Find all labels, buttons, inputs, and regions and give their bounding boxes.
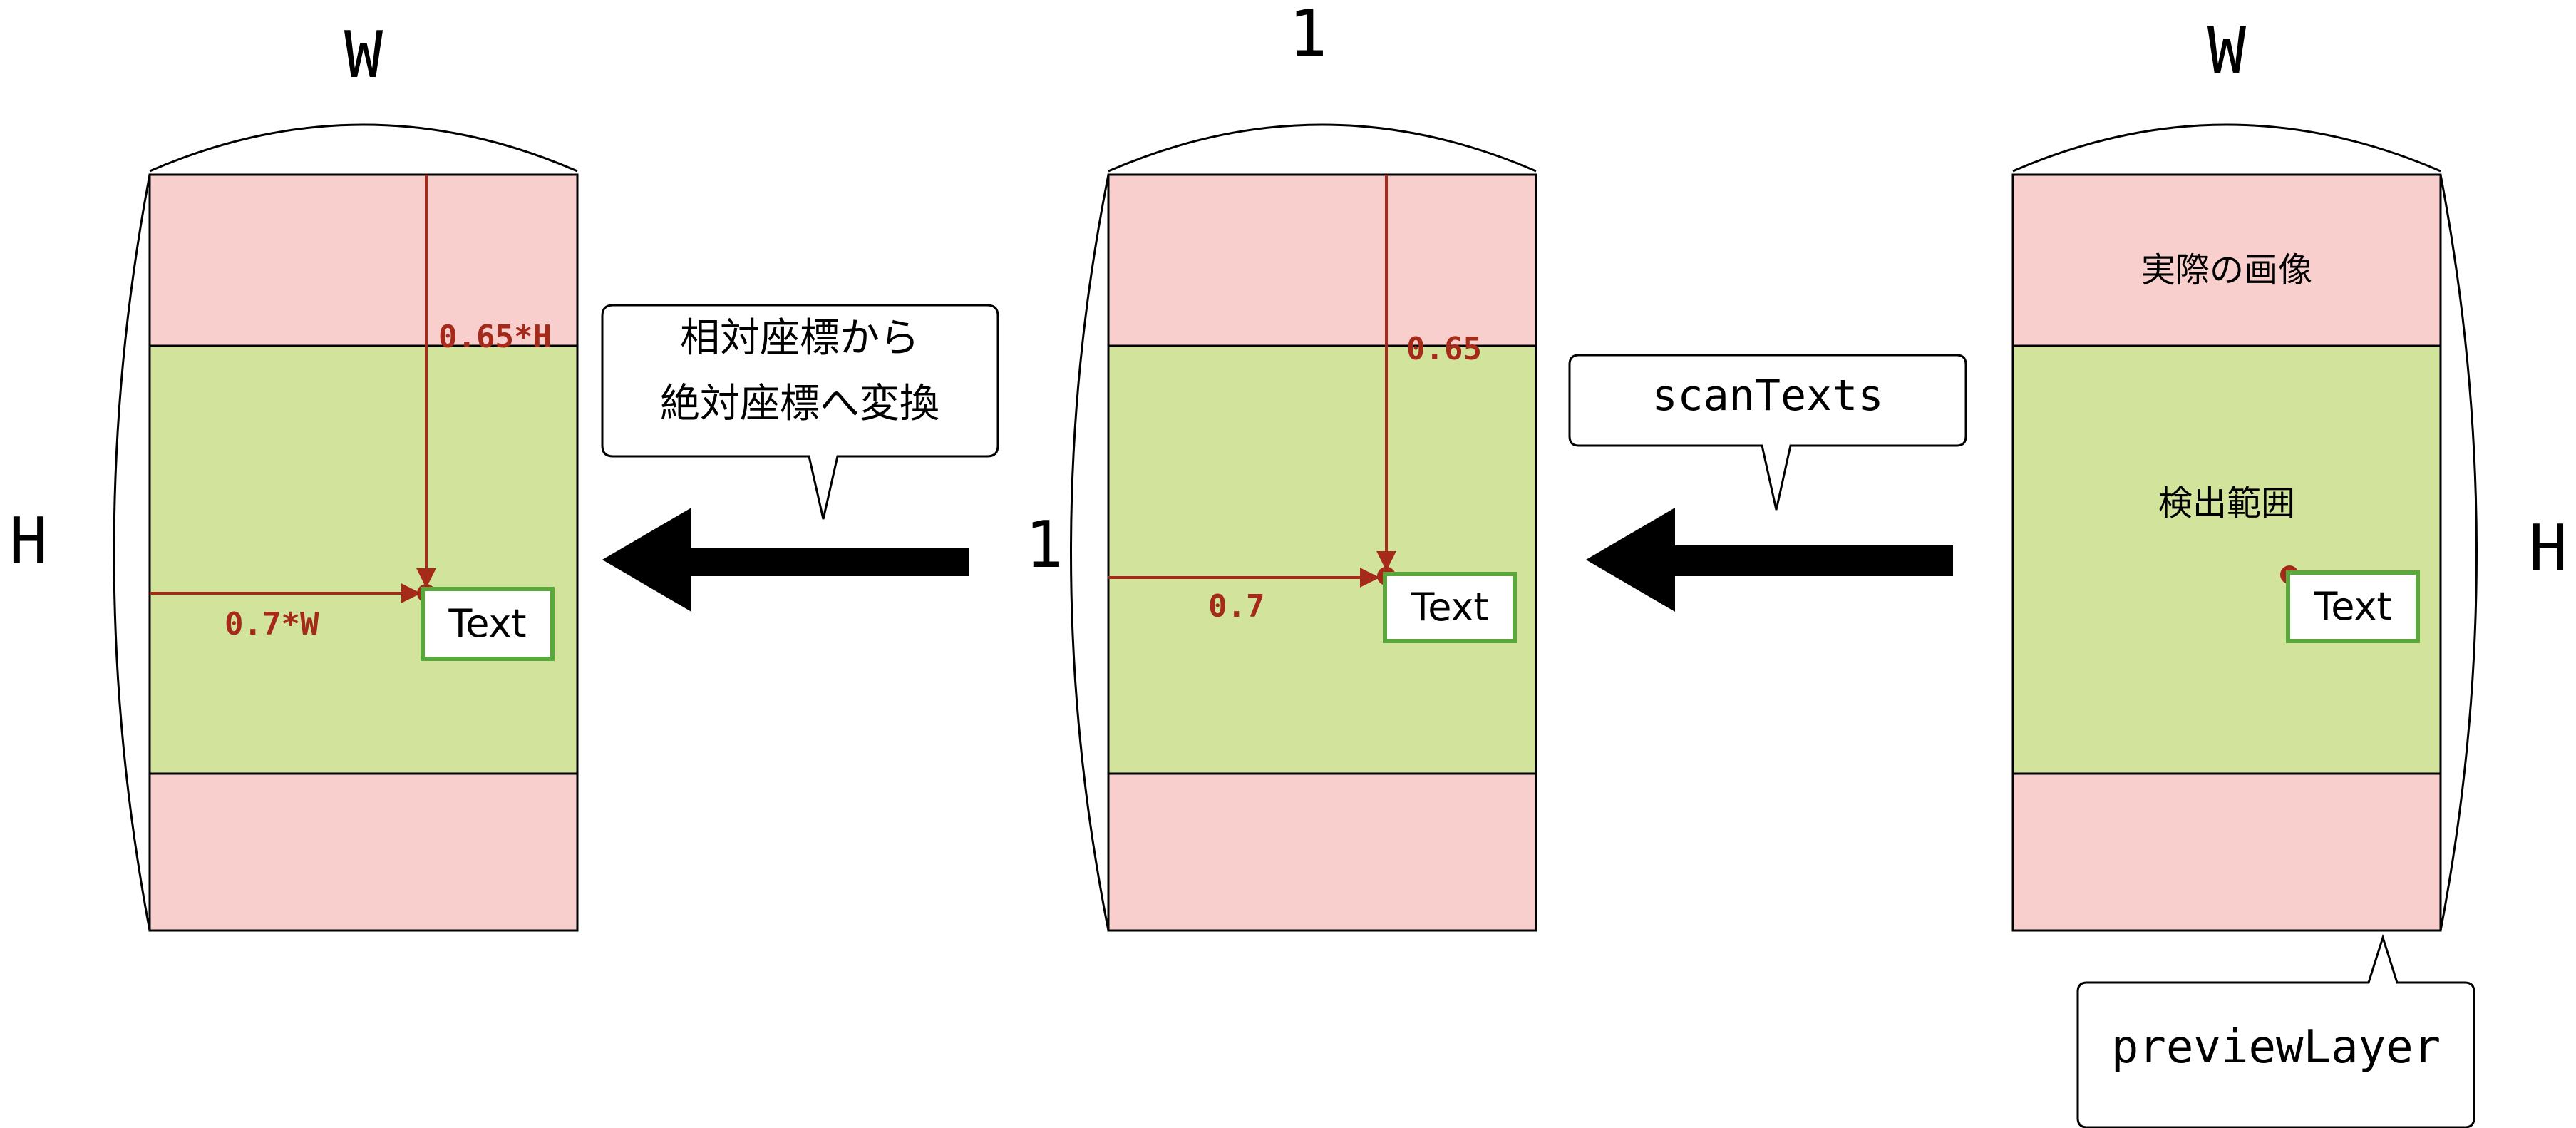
right-image-label: 実際の画像 — [2141, 250, 2312, 290]
middle-y-offset-label: 0.65 — [1406, 331, 1482, 367]
left-width-brace — [149, 123, 578, 173]
conversion-callout-line2: 絶対座標へ変換 — [660, 381, 939, 427]
right-width-label: W — [2207, 14, 2247, 88]
middle-panel: 1 1 0.65 0.7 Text — [1025, 0, 1537, 932]
left-height-label: H — [9, 504, 48, 579]
left-y-offset-label: 0.65*H — [438, 319, 552, 355]
right-bottom-zone — [2011, 772, 2442, 932]
right-height-label: H — [2529, 511, 2567, 586]
conversion-callout-line1: 相対座標から — [680, 315, 919, 362]
preview-layer-label: previewLayer — [2111, 1021, 2441, 1074]
left-text-box-label: Text — [448, 601, 526, 646]
left-width-label: W — [344, 18, 383, 93]
left-detection-zone — [148, 344, 579, 775]
preview-layer-callout: previewLayer — [2076, 934, 2475, 1128]
middle-x-offset-label: 0.7 — [1208, 588, 1264, 625]
left-arrow-icon — [602, 508, 969, 612]
right-height-brace — [2439, 174, 2478, 931]
middle-top-zone — [1107, 173, 1537, 347]
scan-texts-label: scanTexts — [1652, 371, 1883, 421]
right-detection-label: 検出範囲 — [2158, 483, 2295, 523]
right-panel: W H 実際の画像 検出範囲 Text — [2011, 14, 2567, 932]
middle-text-box-label: Text — [1410, 585, 1488, 630]
right-text-box-label: Text — [2313, 584, 2391, 629]
left-panel: W H 0.65*H 0.7*W Text — [9, 18, 579, 932]
middle-arrow-icon — [1586, 508, 1953, 612]
left-height-brace — [113, 174, 151, 931]
left-x-offset-label: 0.7*W — [225, 606, 319, 642]
right-width-brace — [2012, 123, 2441, 173]
middle-height-label: 1 — [1025, 508, 1063, 583]
diagram-canvas: W H 0.65*H 0.7*W Text 相対座標から 絶対座標へ変換 1 1 — [0, 0, 2576, 1128]
coordinate-conversion-diagram: W H 0.65*H 0.7*W Text 相対座標から 絶対座標へ変換 1 1 — [9, 0, 2567, 1128]
middle-width-label: 1 — [1289, 0, 1327, 71]
middle-height-brace — [1070, 174, 1110, 931]
middle-detection-zone — [1107, 344, 1537, 775]
scan-texts-callout: scanTexts — [1568, 354, 1967, 511]
conversion-callout: 相対座標から 絶対座標へ変換 — [601, 304, 999, 520]
middle-bottom-zone — [1107, 772, 1537, 932]
middle-width-brace — [1108, 123, 1537, 173]
left-bottom-zone — [148, 772, 579, 932]
right-detection-zone — [2011, 344, 2442, 775]
